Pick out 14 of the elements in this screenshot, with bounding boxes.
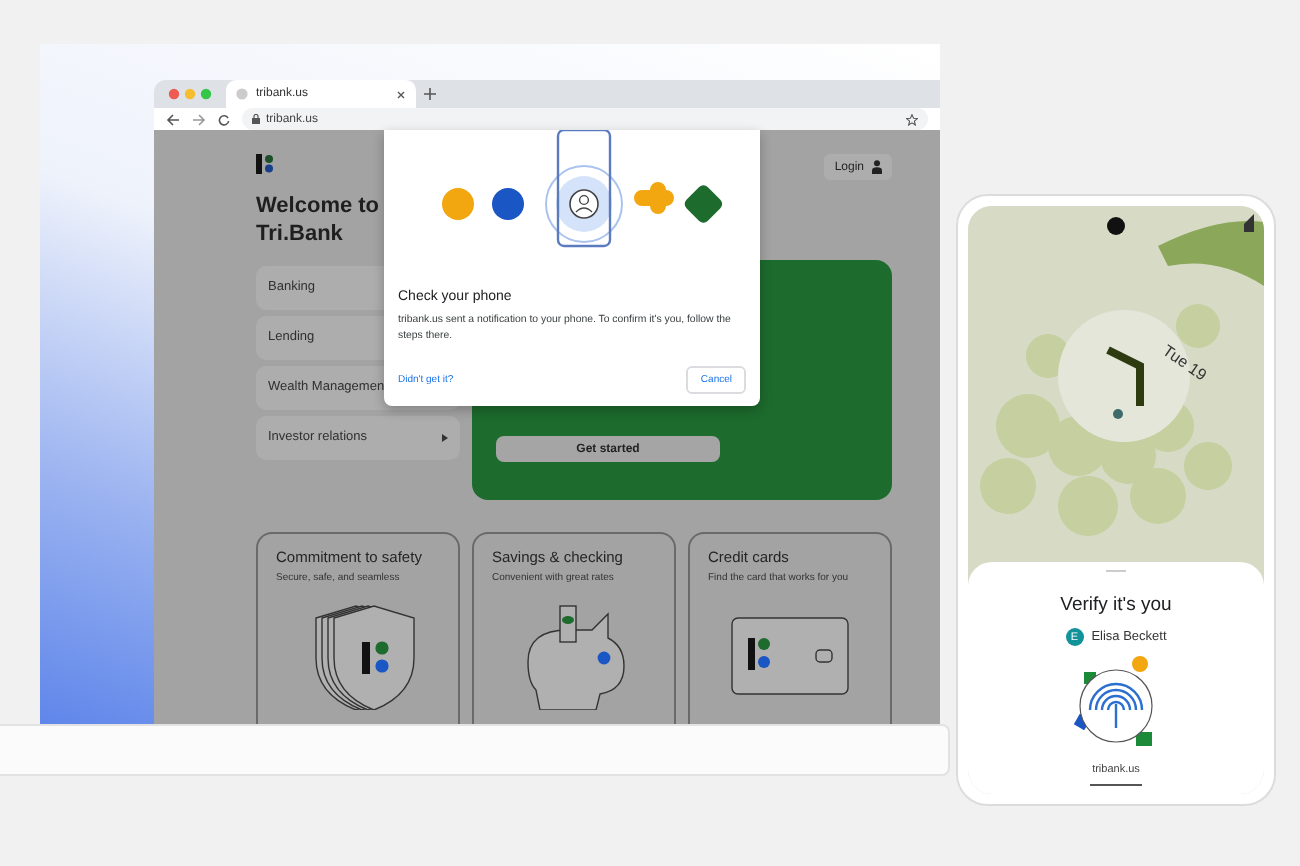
back-icon[interactable] xyxy=(166,113,180,125)
new-tab-icon[interactable] xyxy=(424,88,436,100)
caret-icon xyxy=(442,433,448,442)
reload-icon[interactable] xyxy=(218,113,230,125)
lock-icon xyxy=(252,114,260,124)
close-icon[interactable] xyxy=(396,89,406,99)
date-label: Tue 19 xyxy=(1159,341,1210,385)
forward-icon[interactable] xyxy=(192,113,206,125)
person-icon xyxy=(872,160,882,174)
bank-logo-icon xyxy=(256,154,274,174)
star-icon[interactable] xyxy=(906,113,918,125)
globe-icon xyxy=(236,88,248,100)
welcome-heading: Welcome to Tri.Bank xyxy=(256,192,382,250)
sheet-title: Verify it's you xyxy=(1060,594,1172,616)
